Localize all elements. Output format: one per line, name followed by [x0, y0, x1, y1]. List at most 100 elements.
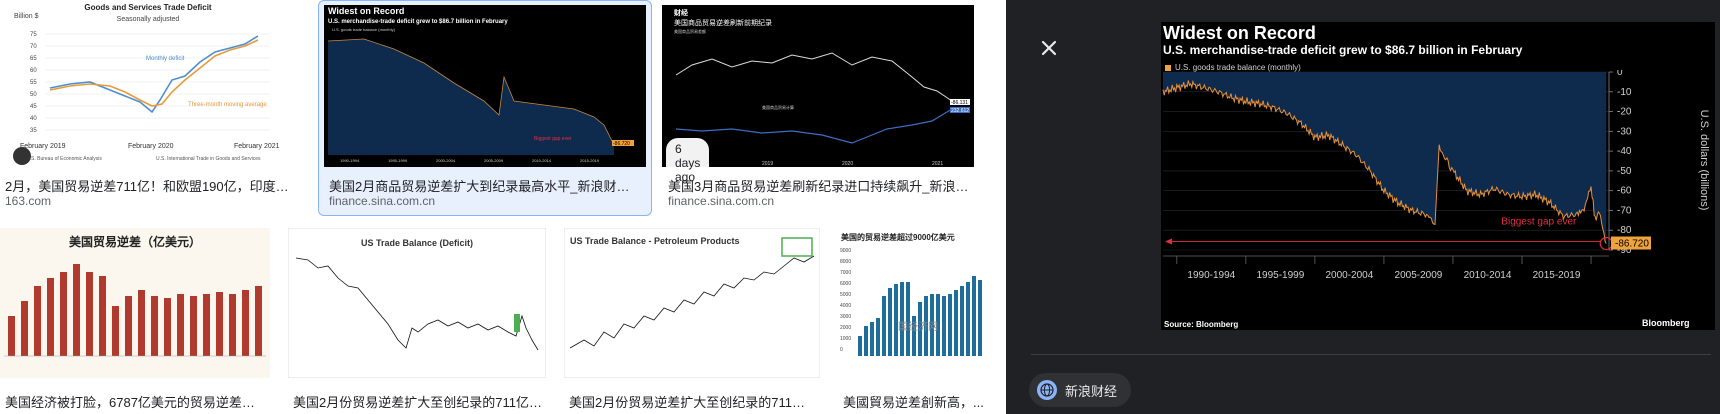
- thumb1-yunit: Billion $: [14, 13, 39, 20]
- result-caption-6[interactable]: 美国2月份贸易逆差扩大至创纪录的711亿美...: [569, 392, 817, 411]
- thumb2-title: Widest on Record: [328, 6, 404, 16]
- thumb1-ytick: 45: [30, 104, 37, 110]
- thumb4-bar: [86, 272, 93, 356]
- thumb7-ytick: 3000: [840, 314, 851, 320]
- thumb1-source-2: U.S. International Trade in Goods and Se…: [156, 156, 261, 162]
- result-thumbnail-3[interactable]: 财经 美国商品贸易逆差刷新前期纪录 美国商品贸易差额 美国商品贸易计算 -86.…: [662, 5, 974, 167]
- chart-arrow-head: [1165, 238, 1172, 245]
- visit-source-chip[interactable]: 新浪财经: [1029, 373, 1132, 407]
- chart-ytick-label: 0: [1617, 70, 1623, 78]
- chart-record-circle: [1599, 236, 1613, 251]
- thumb1-monthly-label: Monthly deficit: [146, 56, 185, 62]
- thumb5-highlight: [514, 314, 520, 332]
- thumb1-ytick: 55: [30, 80, 37, 86]
- result-caption-2[interactable]: 美国2月商品贸易逆差扩大到纪录最高水平_新浪财经_新...: [329, 176, 641, 195]
- thumb3-year-1: 2019: [762, 161, 773, 167]
- result-caption-4[interactable]: 美国经济被打脸，6787亿美元的贸易逆差，真...: [5, 392, 267, 411]
- result-thumbnail-4[interactable]: 美国贸易逆差（亿美元）: [0, 228, 270, 378]
- thumb7-ytick: 2000: [840, 325, 851, 331]
- result-caption-3[interactable]: 美国3月商品贸易逆差刷新纪录进口持续飙升_新浪财经_...: [668, 176, 978, 195]
- result-source-1[interactable]: 163.com: [5, 194, 295, 208]
- thumb7-bar: [906, 282, 910, 356]
- thumb4-bar: [112, 306, 119, 356]
- thumb7-bar: [876, 318, 880, 356]
- thumb2-value: -86.720: [613, 141, 630, 147]
- trade-balance-line-chart-thumb: US Trade Balance (Deficit): [288, 228, 546, 378]
- thumb7-bar: [870, 322, 874, 356]
- chart-last-value: -86.720: [1615, 239, 1649, 250]
- thumb4-title: 美国贸易逆差（亿美元）: [69, 234, 201, 249]
- trade-balance-area-chart: 0-10-20-30-40-50-60-70-80-90Biggest gap …: [1162, 70, 1710, 281]
- thumb4-bar: [125, 296, 132, 356]
- result-thumbnail-5[interactable]: US Trade Balance (Deficit): [288, 228, 546, 378]
- thumb7-ytick: 4000: [840, 303, 851, 309]
- thumb7-ytick: 1000: [840, 336, 851, 342]
- result-thumbnail-2[interactable]: Widest on Record U.S. merchandise-trade …: [324, 5, 646, 167]
- thumb7-bar: [900, 282, 904, 356]
- chart-annotation: Biggest gap ever: [1501, 216, 1577, 227]
- thumb1-ytick: 40: [30, 116, 37, 122]
- result-thumbnail-7[interactable]: 美国的贸易逆差超过9000亿美元 9000 8000 7000 6000 5000 400…: [838, 228, 988, 378]
- thumb3-year-2: 2020: [842, 161, 853, 167]
- thumb4-bar: [255, 286, 262, 356]
- thumb7-bar: [960, 286, 964, 356]
- result-caption-5[interactable]: 美国2月份贸易逆差扩大至创纪录的711亿美...: [293, 392, 543, 411]
- thumb6-title: US Trade Balance - Petroleum Products: [570, 236, 740, 246]
- result-caption-1[interactable]: 2月，美国贸易逆差711亿！和欧盟190亿，印度17亿...: [5, 176, 295, 195]
- chart-subtitle: U.S. merchandise-trade deficit grew to $…: [1163, 43, 1523, 57]
- thumb7-ytick: 6000: [840, 281, 851, 287]
- thumb7-bar: [978, 280, 982, 356]
- chart-ytick-label: -60: [1617, 186, 1632, 197]
- thumb7-ytick: 7000: [840, 270, 851, 276]
- thumb3-title: 财经: [673, 8, 688, 17]
- result-source-2[interactable]: finance.sina.com.cn: [329, 194, 641, 208]
- thumb3-legend-2: 美国商品贸易计算: [762, 104, 794, 110]
- chart-brand: Bloomberg: [1642, 318, 1690, 328]
- thumb4-bar: [8, 316, 15, 356]
- thumb1-ytick: 60: [30, 68, 37, 74]
- result-source-3[interactable]: finance.sina.com.cn: [668, 194, 978, 208]
- trade-deficit-line-chart-thumb: Goods and Services Trade Deficit Seasona…: [0, 0, 296, 168]
- thumb7-title: 美国的贸易逆差超过9000亿美元: [841, 232, 955, 242]
- thumb7-ytick: 8000: [840, 259, 851, 265]
- chart-title: Widest on Record: [1163, 23, 1316, 43]
- chart-source: Source: Bloomberg: [1164, 320, 1239, 329]
- thumb1-ytick: 75: [30, 32, 37, 38]
- thumb7-bar: [858, 336, 862, 356]
- thumb4-bar: [229, 294, 236, 356]
- thumb1-ytick: 50: [30, 92, 37, 98]
- chart-ytick-label: -10: [1617, 87, 1632, 98]
- thumb7-bar: [864, 326, 868, 356]
- result-thumbnail-6[interactable]: US Trade Balance - Petroleum Products: [564, 228, 820, 378]
- thumb7-bar: [882, 296, 886, 356]
- thumb3-subtitle: 美国商品贸易逆差刷新前期纪录: [674, 18, 772, 27]
- thumb7-ytick: 5000: [840, 292, 851, 298]
- thumb7-bar: [888, 288, 892, 356]
- close-button[interactable]: [1031, 30, 1067, 66]
- thumb4-bar: [164, 298, 171, 356]
- chart-ytick-label: -70: [1617, 205, 1632, 216]
- source-chip-label: 新浪财经: [1065, 383, 1118, 399]
- chart-ytick-label: -30: [1617, 126, 1632, 137]
- thumb4-bar: [21, 301, 28, 356]
- thumb2-annotation: Biggest gap ever: [534, 136, 572, 142]
- thumb1-ytick: 70: [30, 44, 37, 50]
- thumb4-bar: [138, 290, 145, 356]
- thumb2-xtick-6: 2015-2019: [580, 158, 600, 163]
- thumb2-xtick-4: 2005-2009: [484, 158, 504, 163]
- result-caption-7[interactable]: 美國貿易逆差創新高，...: [843, 392, 989, 411]
- thumb7-bar: [972, 276, 976, 356]
- result-thumbnail-1[interactable]: Goods and Services Trade Deficit Seasona…: [0, 0, 296, 168]
- thumb2-subtitle: U.S. merchandise-trade deficit grew to $…: [328, 19, 508, 25]
- chart-ytick-label: -20: [1617, 107, 1632, 118]
- thumb1-xtick-3: February 2021: [234, 143, 280, 150]
- thumb3-value-2: 232.612: [951, 108, 969, 114]
- thumb1-title: Goods and Services Trade Deficit: [84, 3, 211, 12]
- thumb1-xtick-2: February 2020: [128, 143, 174, 150]
- thumb4-bar: [216, 292, 223, 356]
- thumb1-source-1: U.S. Bureau of Economic Analysis: [26, 156, 102, 162]
- thumb4-bar: [60, 272, 67, 356]
- thumb2-xtick-3: 2000-2004: [436, 158, 456, 163]
- thumb4-bar: [34, 286, 41, 356]
- chart-xtick-label: 1990-1994: [1187, 270, 1235, 281]
